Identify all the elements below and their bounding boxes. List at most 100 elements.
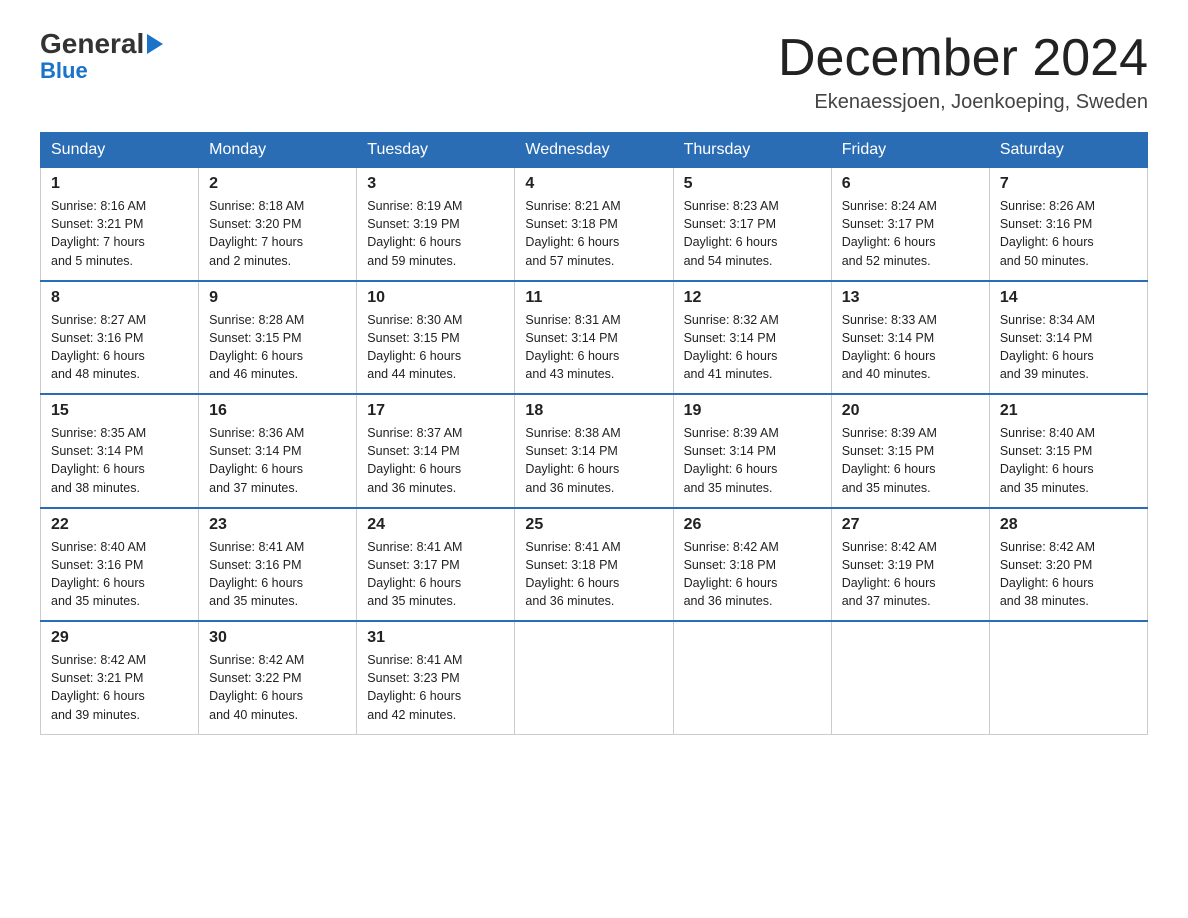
day-info: Sunrise: 8:42 AMSunset: 3:19 PMDaylight:…	[842, 538, 979, 611]
day-number: 4	[525, 175, 662, 193]
calendar-cell: 20 Sunrise: 8:39 AMSunset: 3:15 PMDaylig…	[831, 394, 989, 508]
calendar-cell: 9 Sunrise: 8:28 AMSunset: 3:15 PMDayligh…	[199, 281, 357, 395]
day-info: Sunrise: 8:41 AMSunset: 3:17 PMDaylight:…	[367, 538, 504, 611]
calendar-week-row: 22 Sunrise: 8:40 AMSunset: 3:16 PMDaylig…	[41, 508, 1148, 622]
calendar-cell	[515, 621, 673, 734]
calendar-cell: 23 Sunrise: 8:41 AMSunset: 3:16 PMDaylig…	[199, 508, 357, 622]
title-block: December 2024 Ekenaessjoen, Joenkoeping,…	[778, 30, 1148, 114]
calendar-header-row: SundayMondayTuesdayWednesdayThursdayFrid…	[41, 133, 1148, 168]
calendar-cell: 19 Sunrise: 8:39 AMSunset: 3:14 PMDaylig…	[673, 394, 831, 508]
calendar-cell: 18 Sunrise: 8:38 AMSunset: 3:14 PMDaylig…	[515, 394, 673, 508]
calendar-cell: 30 Sunrise: 8:42 AMSunset: 3:22 PMDaylig…	[199, 621, 357, 734]
day-of-week-header: Wednesday	[515, 133, 673, 168]
day-info: Sunrise: 8:35 AMSunset: 3:14 PMDaylight:…	[51, 424, 188, 497]
calendar-cell: 21 Sunrise: 8:40 AMSunset: 3:15 PMDaylig…	[989, 394, 1147, 508]
day-number: 11	[525, 289, 662, 307]
day-info: Sunrise: 8:42 AMSunset: 3:21 PMDaylight:…	[51, 651, 188, 724]
day-info: Sunrise: 8:18 AMSunset: 3:20 PMDaylight:…	[209, 197, 346, 270]
logo: General Blue	[40, 30, 163, 82]
calendar-cell: 25 Sunrise: 8:41 AMSunset: 3:18 PMDaylig…	[515, 508, 673, 622]
calendar-table: SundayMondayTuesdayWednesdayThursdayFrid…	[40, 132, 1148, 735]
day-info: Sunrise: 8:32 AMSunset: 3:14 PMDaylight:…	[684, 311, 821, 384]
day-number: 25	[525, 516, 662, 534]
calendar-cell: 17 Sunrise: 8:37 AMSunset: 3:14 PMDaylig…	[357, 394, 515, 508]
day-info: Sunrise: 8:38 AMSunset: 3:14 PMDaylight:…	[525, 424, 662, 497]
calendar-cell: 7 Sunrise: 8:26 AMSunset: 3:16 PMDayligh…	[989, 168, 1147, 281]
day-info: Sunrise: 8:23 AMSunset: 3:17 PMDaylight:…	[684, 197, 821, 270]
calendar-cell: 10 Sunrise: 8:30 AMSunset: 3:15 PMDaylig…	[357, 281, 515, 395]
day-info: Sunrise: 8:42 AMSunset: 3:20 PMDaylight:…	[1000, 538, 1137, 611]
day-of-week-header: Monday	[199, 133, 357, 168]
calendar-cell: 27 Sunrise: 8:42 AMSunset: 3:19 PMDaylig…	[831, 508, 989, 622]
day-info: Sunrise: 8:27 AMSunset: 3:16 PMDaylight:…	[51, 311, 188, 384]
day-info: Sunrise: 8:24 AMSunset: 3:17 PMDaylight:…	[842, 197, 979, 270]
calendar-cell: 5 Sunrise: 8:23 AMSunset: 3:17 PMDayligh…	[673, 168, 831, 281]
day-number: 18	[525, 402, 662, 420]
page-header: General Blue December 2024 Ekenaessjoen,…	[40, 30, 1148, 114]
day-number: 15	[51, 402, 188, 420]
day-of-week-header: Friday	[831, 133, 989, 168]
day-info: Sunrise: 8:26 AMSunset: 3:16 PMDaylight:…	[1000, 197, 1137, 270]
day-number: 14	[1000, 289, 1137, 307]
day-info: Sunrise: 8:16 AMSunset: 3:21 PMDaylight:…	[51, 197, 188, 270]
calendar-cell	[989, 621, 1147, 734]
calendar-cell: 14 Sunrise: 8:34 AMSunset: 3:14 PMDaylig…	[989, 281, 1147, 395]
day-number: 6	[842, 175, 979, 193]
day-number: 24	[367, 516, 504, 534]
day-info: Sunrise: 8:41 AMSunset: 3:23 PMDaylight:…	[367, 651, 504, 724]
calendar-cell: 22 Sunrise: 8:40 AMSunset: 3:16 PMDaylig…	[41, 508, 199, 622]
day-number: 9	[209, 289, 346, 307]
logo-arrow-icon	[147, 34, 163, 54]
day-number: 7	[1000, 175, 1137, 193]
day-info: Sunrise: 8:34 AMSunset: 3:14 PMDaylight:…	[1000, 311, 1137, 384]
day-number: 31	[367, 629, 504, 647]
day-info: Sunrise: 8:42 AMSunset: 3:18 PMDaylight:…	[684, 538, 821, 611]
calendar-week-row: 1 Sunrise: 8:16 AMSunset: 3:21 PMDayligh…	[41, 168, 1148, 281]
day-number: 1	[51, 175, 188, 193]
logo-general-text: General	[40, 30, 163, 58]
day-info: Sunrise: 8:21 AMSunset: 3:18 PMDaylight:…	[525, 197, 662, 270]
calendar-cell: 31 Sunrise: 8:41 AMSunset: 3:23 PMDaylig…	[357, 621, 515, 734]
day-number: 16	[209, 402, 346, 420]
day-of-week-header: Saturday	[989, 133, 1147, 168]
day-of-week-header: Thursday	[673, 133, 831, 168]
calendar-cell	[673, 621, 831, 734]
calendar-cell: 13 Sunrise: 8:33 AMSunset: 3:14 PMDaylig…	[831, 281, 989, 395]
day-number: 22	[51, 516, 188, 534]
calendar-cell: 16 Sunrise: 8:36 AMSunset: 3:14 PMDaylig…	[199, 394, 357, 508]
day-number: 29	[51, 629, 188, 647]
day-info: Sunrise: 8:36 AMSunset: 3:14 PMDaylight:…	[209, 424, 346, 497]
day-info: Sunrise: 8:37 AMSunset: 3:14 PMDaylight:…	[367, 424, 504, 497]
day-number: 12	[684, 289, 821, 307]
calendar-cell: 29 Sunrise: 8:42 AMSunset: 3:21 PMDaylig…	[41, 621, 199, 734]
day-number: 20	[842, 402, 979, 420]
day-of-week-header: Sunday	[41, 133, 199, 168]
calendar-cell: 8 Sunrise: 8:27 AMSunset: 3:16 PMDayligh…	[41, 281, 199, 395]
day-number: 21	[1000, 402, 1137, 420]
day-info: Sunrise: 8:31 AMSunset: 3:14 PMDaylight:…	[525, 311, 662, 384]
day-info: Sunrise: 8:40 AMSunset: 3:15 PMDaylight:…	[1000, 424, 1137, 497]
calendar-cell: 4 Sunrise: 8:21 AMSunset: 3:18 PMDayligh…	[515, 168, 673, 281]
day-info: Sunrise: 8:40 AMSunset: 3:16 PMDaylight:…	[51, 538, 188, 611]
day-info: Sunrise: 8:30 AMSunset: 3:15 PMDaylight:…	[367, 311, 504, 384]
day-number: 23	[209, 516, 346, 534]
day-of-week-header: Tuesday	[357, 133, 515, 168]
day-number: 3	[367, 175, 504, 193]
day-number: 19	[684, 402, 821, 420]
day-number: 5	[684, 175, 821, 193]
day-info: Sunrise: 8:41 AMSunset: 3:16 PMDaylight:…	[209, 538, 346, 611]
day-number: 10	[367, 289, 504, 307]
day-number: 28	[1000, 516, 1137, 534]
day-info: Sunrise: 8:41 AMSunset: 3:18 PMDaylight:…	[525, 538, 662, 611]
calendar-cell: 28 Sunrise: 8:42 AMSunset: 3:20 PMDaylig…	[989, 508, 1147, 622]
day-number: 26	[684, 516, 821, 534]
day-number: 13	[842, 289, 979, 307]
logo-blue-text: Blue	[40, 60, 88, 82]
calendar-week-row: 8 Sunrise: 8:27 AMSunset: 3:16 PMDayligh…	[41, 281, 1148, 395]
day-number: 8	[51, 289, 188, 307]
calendar-cell: 26 Sunrise: 8:42 AMSunset: 3:18 PMDaylig…	[673, 508, 831, 622]
day-number: 2	[209, 175, 346, 193]
calendar-cell: 24 Sunrise: 8:41 AMSunset: 3:17 PMDaylig…	[357, 508, 515, 622]
day-info: Sunrise: 8:28 AMSunset: 3:15 PMDaylight:…	[209, 311, 346, 384]
day-info: Sunrise: 8:42 AMSunset: 3:22 PMDaylight:…	[209, 651, 346, 724]
